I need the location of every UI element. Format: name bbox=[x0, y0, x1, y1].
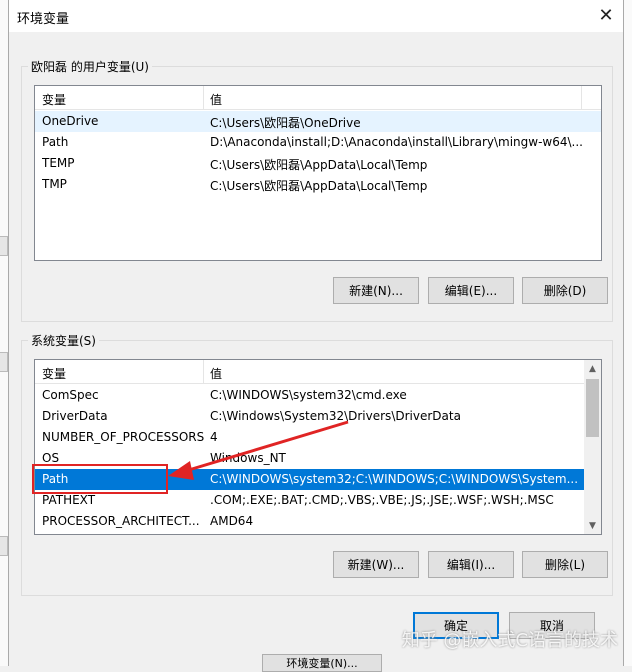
annotation-arrow bbox=[168, 420, 349, 480]
arrow-line bbox=[181, 420, 349, 474]
watermark: 知乎 @嵌入式C语言的技术 bbox=[401, 630, 618, 651]
arrow-head-icon bbox=[168, 461, 194, 480]
background-env-vars-button: 环境变量(N)... bbox=[262, 654, 382, 672]
